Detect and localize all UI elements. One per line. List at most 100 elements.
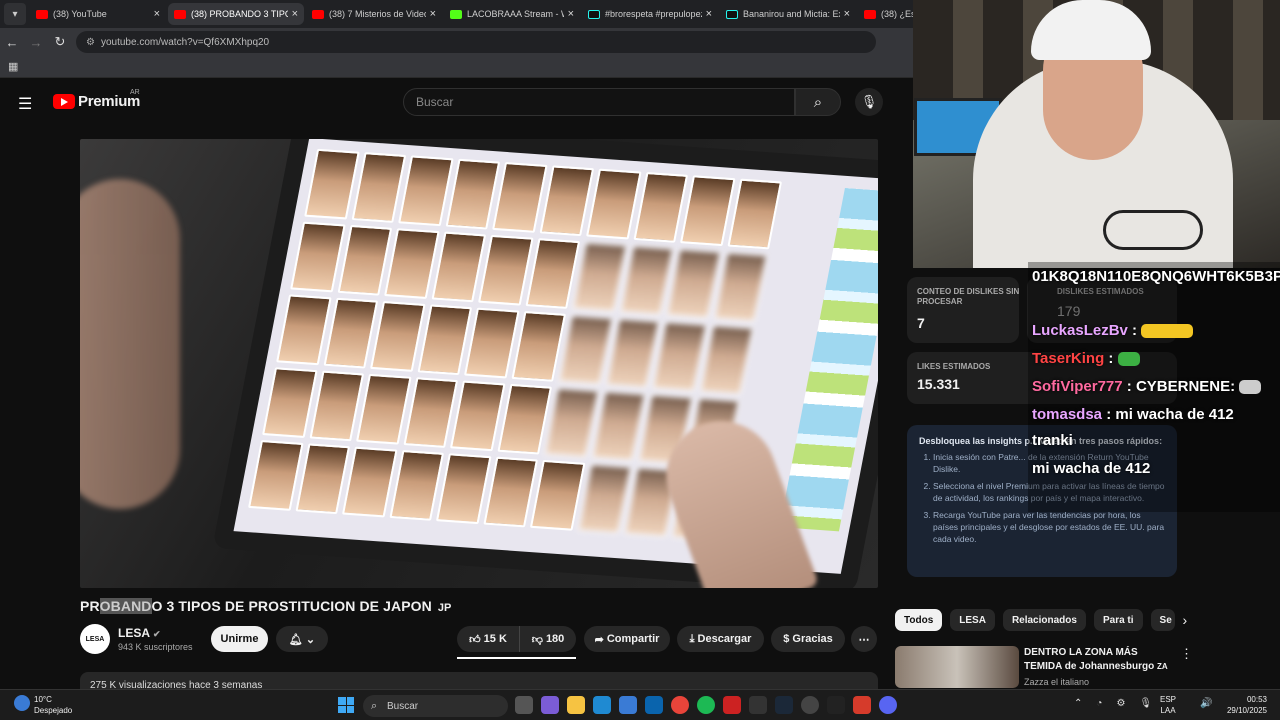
tiktok-favicon-icon [726, 9, 738, 19]
windows-taskbar: 10°C Despejado ⌕ Buscar ⌃ ◔ ⚙ 🎙 ESP LAA 🔊 0… [0, 689, 1280, 720]
search-input[interactable]: Buscar [403, 88, 795, 116]
chrome-icon[interactable] [671, 696, 689, 714]
video-player[interactable] [80, 139, 878, 588]
tablet-photo-tile [276, 294, 332, 366]
youtube-premium-logo[interactable]: Premium AR [53, 89, 140, 110]
youtube-favicon-icon [864, 9, 876, 19]
chip-more[interactable]: Se [1150, 609, 1175, 631]
close-tab-icon[interactable]: × [292, 8, 298, 20]
close-tab-icon[interactable]: × [568, 8, 574, 20]
emote-icon [1239, 380, 1262, 395]
tablet-photo-tile [463, 307, 520, 379]
back-icon[interactable]: ← [0, 35, 24, 50]
reload-icon[interactable]: ↻ [48, 34, 72, 50]
thanks-button[interactable]: $ Gracias [771, 626, 845, 652]
channel-name[interactable]: LESA ✔ [118, 626, 161, 640]
forward-icon[interactable]: → [24, 35, 48, 50]
tab-search-menu[interactable]: ▾ [4, 3, 26, 25]
recommended-title[interactable]: DENTRO LA ZONA MÁS TEMIDA de Johannesbur… [1024, 646, 1174, 674]
chevron-right-icon[interactable]: › [1183, 609, 1188, 631]
volume-icon[interactable]: 🔊 [1200, 698, 1212, 709]
close-tab-icon[interactable]: × [154, 8, 160, 20]
browser-tab[interactable]: (38) 7 Misterios de Video × [306, 3, 442, 25]
windows-start-icon[interactable] [338, 697, 354, 713]
download-icon: ⤓ [689, 632, 695, 645]
tablet-photo-tile [304, 148, 360, 220]
like-button[interactable]: 👍︎ 15 K [457, 626, 519, 652]
taskbar-search[interactable]: ⌕ Buscar [363, 695, 508, 717]
tablet-photo-tile [524, 238, 581, 309]
tablet-photo-tile [370, 301, 426, 372]
copilot-icon[interactable] [541, 696, 559, 714]
steam-icon[interactable] [775, 696, 793, 714]
dislike-button[interactable]: 👎︎ 180 [519, 626, 576, 652]
recommended-thumbnail[interactable] [895, 646, 1019, 688]
search-button[interactable]: ⌕ [795, 88, 841, 116]
more-actions-button[interactable]: ⋯ [851, 626, 877, 652]
tablet-photo-tile [388, 449, 445, 521]
chip-related[interactable]: Relacionados [1002, 609, 1086, 631]
tray-app-icon[interactable]: ◔ [1096, 698, 1102, 709]
epic-games-icon[interactable] [827, 696, 845, 714]
join-button[interactable]: Unirme [211, 626, 268, 652]
apps-grid-icon[interactable]: ▦ [8, 60, 18, 73]
download-button[interactable]: ⤓ Descargar [677, 626, 764, 652]
browser-tab[interactable]: (38) YouTube × [30, 3, 166, 25]
stream-chat-overlay: 01K8Q18N110E8QNQ6WHT6K5B3P LuckasLezBv :… [1028, 262, 1280, 512]
close-tab-icon[interactable]: × [430, 8, 436, 20]
site-info-icon[interactable]: ⚙ [86, 37, 95, 48]
weather-widget[interactable]: 10°C Despejado [34, 694, 72, 716]
browser-tab[interactable]: #brorespeta #prepulopez × [582, 3, 718, 25]
tray-mic-icon[interactable]: 🎙 [1139, 698, 1152, 709]
browser-tab[interactable]: LACOBRAAA Stream - Wa × [444, 3, 580, 25]
file-explorer-icon[interactable] [567, 696, 585, 714]
close-tab-icon[interactable]: × [844, 8, 850, 20]
app-icon[interactable] [853, 696, 871, 714]
app-icon[interactable] [723, 696, 741, 714]
search-icon: ⌕ [813, 93, 823, 111]
url-bar[interactable]: ⚙ youtube.com/watch?v=Qf6XMXhpq20 [76, 31, 876, 53]
tablet-photo-tile [698, 324, 754, 396]
share-icon: ➦ [594, 633, 604, 646]
tablet-photo-tile [294, 443, 351, 515]
like-ratio-bar [457, 657, 576, 659]
task-view-icon[interactable] [515, 696, 533, 714]
more-icon: ⋯ [858, 633, 870, 646]
tray-chevron-icon[interactable]: ⌃ [1074, 698, 1082, 709]
share-button[interactable]: ➦ Compartir [584, 626, 670, 652]
chat-message: tomasdsa : mi wacha de 412 [1032, 406, 1234, 423]
tiktok-favicon-icon [588, 9, 600, 19]
outlook-icon[interactable] [645, 696, 663, 714]
chip-for-you[interactable]: Para ti [1093, 609, 1143, 631]
app-icon[interactable] [749, 696, 767, 714]
tablet-photo-tile [665, 248, 722, 319]
tablet-photo-tile [632, 171, 689, 243]
recommended-more-icon[interactable]: ⋮ [1180, 646, 1193, 662]
language-indicator[interactable]: ESP LAA [1160, 694, 1176, 716]
browser-tab[interactable]: Bananirou and Mictia: Exc × [720, 3, 856, 25]
store-icon[interactable] [619, 696, 637, 714]
chat-message: TaserKing : [1032, 350, 1140, 367]
tab-title: (38) 7 Misterios de Video [329, 9, 426, 19]
notifications-button[interactable]: 🔔︎ ⌄ [276, 626, 328, 652]
weather-icon[interactable] [14, 695, 30, 711]
close-tab-icon[interactable]: × [706, 8, 712, 20]
browser-tab[interactable]: (38) PROBANDO 3 TIPOS × [168, 3, 304, 25]
channel-avatar[interactable]: LESA [80, 624, 110, 654]
edge-icon[interactable] [593, 696, 611, 714]
tablet-photo-tile [571, 241, 628, 313]
system-tray: ⌃ ◔ ⚙ 🎙 [1074, 698, 1152, 709]
clock[interactable]: 00:53 29/10/2025 [1225, 694, 1267, 716]
chip-channel[interactable]: LESA [950, 609, 995, 631]
recommended-channel[interactable]: Zazza el italiano [1024, 677, 1089, 687]
verified-icon: ✔ [153, 629, 161, 639]
app-icon[interactable] [801, 696, 819, 714]
spotify-icon[interactable] [697, 696, 715, 714]
tablet-photo-tile [586, 168, 642, 240]
discord-icon[interactable] [879, 696, 897, 714]
tray-app-icon[interactable]: ⚙ [1116, 698, 1125, 709]
voice-search-button[interactable]: 🎙 [855, 88, 883, 116]
thanks-icon: $ [783, 633, 790, 645]
menu-icon[interactable]: ☰ [18, 94, 32, 114]
chip-all[interactable]: Todos [895, 609, 943, 631]
